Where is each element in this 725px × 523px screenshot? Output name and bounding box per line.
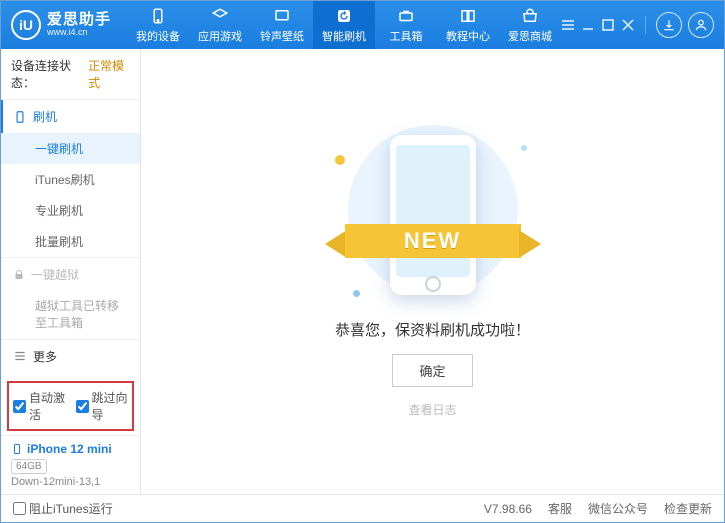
toolbox-icon [397, 7, 415, 25]
sidebar-item-itunes-flash[interactable]: iTunes刷机 [1, 164, 140, 195]
auto-activate-checkbox[interactable]: 自动激活 [13, 389, 66, 423]
device-name: iPhone 12 mini [27, 442, 112, 456]
options-highlight-box: 自动激活 跳过向导 [7, 381, 134, 431]
wechat-link[interactable]: 微信公众号 [588, 500, 648, 517]
sidebar-item-other-tools[interactable]: 其他工具 [1, 373, 140, 377]
main-content: NEW 恭喜您，保资料刷机成功啦！ 确定 查看日志 [141, 49, 724, 494]
wallpaper-icon [273, 7, 291, 25]
book-icon [459, 7, 477, 25]
sidebar-item-oneclick-flash[interactable]: 一键刷机 [1, 133, 140, 164]
sidebar-section-more[interactable]: 更多 [1, 340, 140, 373]
sidebar-item-batch-flash[interactable]: 批量刷机 [1, 226, 140, 257]
brand-logo-icon: iU [11, 10, 41, 40]
lock-icon [13, 269, 25, 281]
check-update-link[interactable]: 检查更新 [664, 500, 712, 517]
jailbreak-note: 越狱工具已转移至工具箱 [1, 291, 140, 339]
device-model-sub: Down-12mini-13,1 [11, 476, 130, 488]
menu-icon[interactable] [561, 18, 575, 32]
confirm-button[interactable]: 确定 [392, 354, 472, 387]
connection-status: 设备连接状态： 正常模式 [1, 49, 140, 99]
success-illustration: NEW [333, 125, 533, 305]
sidebar: 设备连接状态： 正常模式 刷机 一键刷机 iTunes刷机 专业刷机 批量刷机 [1, 49, 141, 494]
maximize-icon[interactable] [601, 18, 615, 32]
app-window: iU 爱思助手 www.i4.cn 我的设备 应用游戏 铃声壁纸 智能刷机 [0, 0, 725, 523]
app-title: 爱思助手 [47, 12, 111, 29]
phone-icon [13, 110, 27, 124]
refresh-icon [335, 7, 353, 25]
nav-store[interactable]: 爱思商城 [499, 1, 561, 49]
download-button[interactable] [656, 12, 682, 38]
app-url: www.i4.cn [47, 28, 111, 38]
phone-illustration-icon [390, 135, 476, 295]
sidebar-item-pro-flash[interactable]: 专业刷机 [1, 195, 140, 226]
user-button[interactable] [688, 12, 714, 38]
window-controls [561, 12, 724, 38]
device-storage-badge: 64GB [11, 459, 47, 474]
phone-icon [11, 443, 23, 455]
nav-apps-games[interactable]: 应用游戏 [189, 1, 251, 49]
close-icon[interactable] [621, 18, 635, 32]
main-nav: 我的设备 应用游戏 铃声壁纸 智能刷机 工具箱 教程中心 [127, 1, 561, 49]
nav-ringtones[interactable]: 铃声壁纸 [251, 1, 313, 49]
footer: 阻止iTunes运行 V7.98.66 客服 微信公众号 检查更新 [1, 494, 724, 522]
store-icon [521, 7, 539, 25]
phone-icon [149, 7, 167, 25]
sidebar-section-jailbreak: 一键越狱 [1, 258, 140, 291]
brand: iU 爱思助手 www.i4.cn [1, 10, 127, 40]
customer-service-link[interactable]: 客服 [548, 500, 572, 517]
new-ribbon: NEW [327, 220, 539, 262]
block-itunes-checkbox[interactable]: 阻止iTunes运行 [13, 500, 113, 517]
apps-icon [211, 7, 229, 25]
nav-tutorials[interactable]: 教程中心 [437, 1, 499, 49]
sidebar-section-flash[interactable]: 刷机 [1, 100, 140, 133]
view-log-link[interactable]: 查看日志 [408, 401, 456, 418]
success-message: 恭喜您，保资料刷机成功啦！ [335, 319, 530, 340]
menu-icon [13, 349, 27, 363]
minimize-icon[interactable] [581, 18, 595, 32]
nav-toolbox[interactable]: 工具箱 [375, 1, 437, 49]
device-panel[interactable]: iPhone 12 mini 64GB Down-12mini-13,1 [1, 435, 140, 494]
version-label: V7.98.66 [484, 502, 532, 516]
skip-guide-checkbox[interactable]: 跳过向导 [76, 389, 129, 423]
nav-my-device[interactable]: 我的设备 [127, 1, 189, 49]
titlebar: iU 爱思助手 www.i4.cn 我的设备 应用游戏 铃声壁纸 智能刷机 [1, 1, 724, 49]
connection-status-value: 正常模式 [88, 57, 130, 91]
nav-smart-flash[interactable]: 智能刷机 [313, 1, 375, 49]
